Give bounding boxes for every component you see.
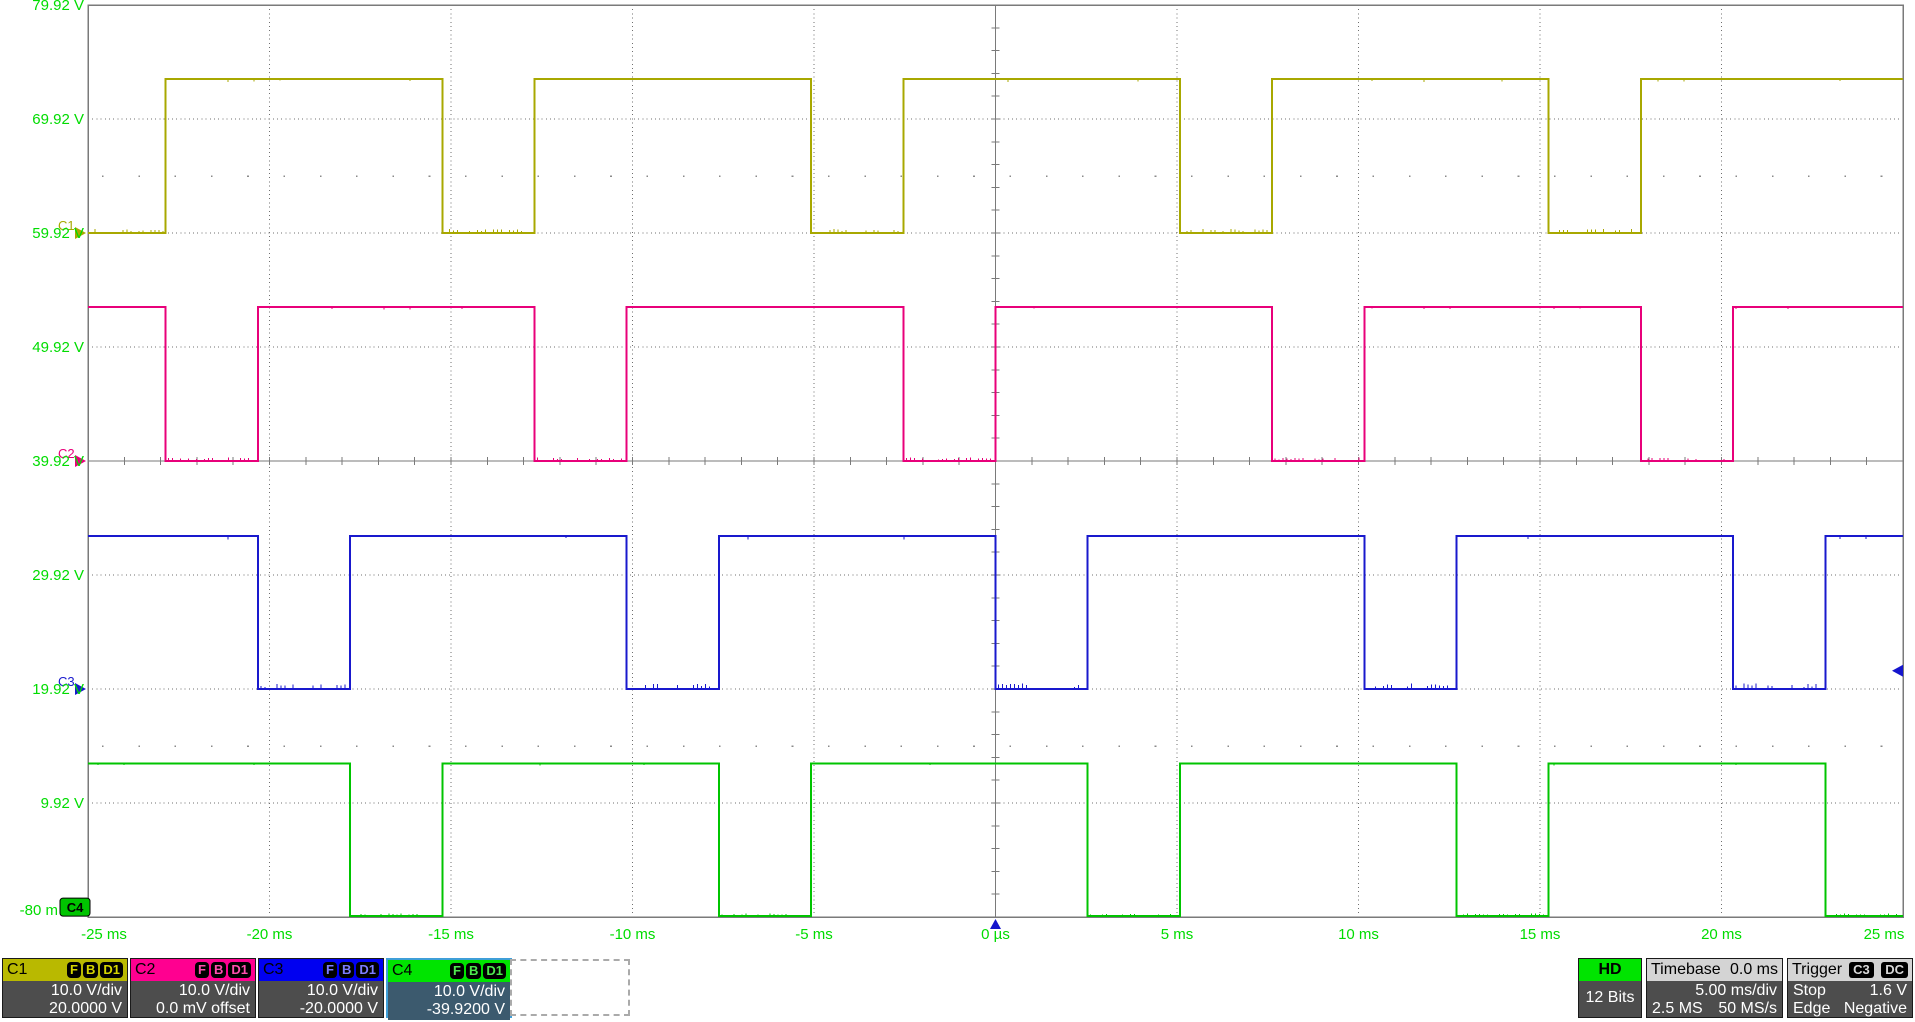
oscilloscope-screen: C1 C2 C3 C4 79.92 V 69.92 V 59.92 V 49.92 V 39.9…: [0, 0, 1915, 1022]
trigger-source-badges: C3 DC: [1846, 961, 1908, 979]
hd-mode-box[interactable]: HD 12 Bits: [1578, 958, 1642, 1018]
badge-d1[interactable]: D1: [483, 963, 506, 979]
channel-header-c2[interactable]: C2 F B D1: [131, 959, 255, 981]
trace-c2: [88, 307, 1903, 461]
channel-name: C4: [392, 962, 412, 980]
channel-badges: F B D1: [450, 963, 506, 979]
timebase-title: Timebase: [1651, 961, 1721, 979]
x-axis-label: 10 ms: [1338, 926, 1379, 943]
trigger-slope: Negative: [1844, 1000, 1907, 1018]
y-axis-label: 79.92 V: [32, 0, 84, 14]
channel-badges: F B D1: [195, 962, 251, 978]
channel-name: C3: [263, 961, 283, 979]
trigger-time-marker-icon[interactable]: [990, 919, 1001, 929]
trigger-mode: Stop: [1793, 982, 1826, 1000]
x-axis-label: 20 ms: [1701, 926, 1742, 943]
channel-descriptor-c4[interactable]: C4 F B D1 10.0 V/div -39.9200 V: [386, 958, 512, 1018]
offset-value: -20.0000 V: [264, 1000, 378, 1018]
x-axis-label: -10 ms: [610, 926, 656, 943]
channel-settings[interactable]: 10.0 V/div 0.0 mV offset: [131, 981, 255, 1019]
timebase-rate: 50 MS/s: [1718, 1000, 1777, 1018]
channel-name: C1: [7, 961, 27, 979]
y-axis-label: 29.92 V: [32, 567, 84, 584]
y-axis-label: 9.92 V: [41, 795, 84, 812]
x-axis-label: 15 ms: [1520, 926, 1561, 943]
x-axis-label: -15 ms: [428, 926, 474, 943]
channel-marker-c4[interactable]: C4: [60, 898, 90, 916]
timebase-box[interactable]: Timebase 0.0 ms 5.00 ms/div 2.5 MS 50 MS…: [1646, 958, 1783, 1018]
badge-b[interactable]: B: [466, 963, 481, 979]
badge-d1[interactable]: D1: [356, 962, 379, 978]
y-axis-label: -80 m: [20, 902, 58, 919]
timebase-samples: 2.5 MS: [1652, 1000, 1703, 1018]
badge-b[interactable]: B: [83, 962, 98, 978]
hd-header: HD: [1579, 959, 1641, 981]
badge-b[interactable]: B: [211, 962, 226, 978]
trigger-level: 1.6 V: [1870, 982, 1907, 1000]
x-axis-label: -5 ms: [795, 926, 833, 943]
y-axis-label: 39.92 V: [32, 453, 84, 470]
channel-name: C2: [135, 961, 155, 979]
channel-settings[interactable]: 10.0 V/div -20.0000 V: [259, 981, 383, 1019]
x-axis-label: 5 ms: [1161, 926, 1194, 943]
x-axis-label: 25 ms: [1864, 926, 1905, 943]
trigger-level-marker-icon[interactable]: [1892, 665, 1903, 677]
channel-descriptor-c3[interactable]: C3 F B D1 10.0 V/div -20.0000 V: [258, 958, 384, 1018]
waveform-graticule-area: C1C2C3C479.92 V69.92 V59.92 V49.92 V39.9…: [0, 0, 1915, 956]
hd-label: HD: [1598, 961, 1621, 979]
badge-f[interactable]: F: [195, 962, 209, 978]
trigger-source-badge[interactable]: C3: [1849, 962, 1874, 978]
channel-header-c4[interactable]: C4 F B D1: [388, 960, 510, 982]
volts-per-div: 10.0 V/div: [8, 982, 122, 1000]
y-axis-label: 69.92 V: [32, 111, 84, 128]
channel-header-c1[interactable]: C1 F B D1: [3, 959, 127, 981]
channel-badges: F B D1: [67, 962, 123, 978]
volts-per-div: 10.0 V/div: [393, 983, 505, 1001]
x-axis-label: -20 ms: [247, 926, 293, 943]
timebase-settings: 5.00 ms/div 2.5 MS 50 MS/s: [1647, 981, 1782, 1019]
badge-f[interactable]: F: [450, 963, 464, 979]
channel-tag-label: C4: [67, 900, 84, 915]
waveform-c3: [88, 536, 1903, 689]
x-axis-label: -25 ms: [81, 926, 127, 943]
badge-f[interactable]: F: [323, 962, 337, 978]
y-axis-label: 49.92 V: [32, 339, 84, 356]
offset-value: 0.0 mV offset: [136, 1000, 250, 1018]
volts-per-div: 10.0 V/div: [264, 982, 378, 1000]
channel-header-c3[interactable]: C3 F B D1: [259, 959, 383, 981]
badge-d1[interactable]: D1: [100, 962, 123, 978]
channel-descriptor-c1[interactable]: C1 F B D1 10.0 V/div 20.0000 V: [2, 958, 128, 1018]
trace-c3: [88, 536, 1903, 689]
volts-per-div: 10.0 V/div: [136, 982, 250, 1000]
trigger-box[interactable]: Trigger C3 DC Stop 1.6 V Edge Negative: [1787, 958, 1913, 1018]
timebase-header: Timebase 0.0 ms: [1647, 959, 1782, 981]
trigger-type: Edge: [1793, 1000, 1830, 1018]
y-axis-label: 59.92 V: [32, 225, 84, 242]
badge-f[interactable]: F: [67, 962, 81, 978]
timebase-delay: 0.0 ms: [1730, 961, 1778, 979]
trigger-header: Trigger C3 DC: [1788, 959, 1912, 981]
timebase-scale: 5.00 ms/div: [1652, 982, 1777, 1000]
offset-value: -39.9200 V: [393, 1001, 505, 1019]
hd-bits: 12 Bits: [1579, 981, 1641, 1019]
channel-settings[interactable]: 10.0 V/div -39.9200 V: [388, 982, 510, 1020]
y-axis-label: 19.92 V: [32, 681, 84, 698]
waveform-c2: [88, 307, 1903, 461]
offset-value: 20.0000 V: [8, 1000, 122, 1018]
channel-descriptor-c2[interactable]: C2 F B D1 10.0 V/div 0.0 mV offset: [130, 958, 256, 1018]
channel-settings[interactable]: 10.0 V/div 20.0000 V: [3, 981, 127, 1019]
empty-trace-slot[interactable]: [510, 959, 630, 1016]
channel-badges: F B D1: [323, 962, 379, 978]
trigger-title: Trigger: [1792, 961, 1842, 979]
badge-d1[interactable]: D1: [228, 962, 251, 978]
trigger-settings: Stop 1.6 V Edge Negative: [1788, 981, 1912, 1019]
badge-b[interactable]: B: [339, 962, 354, 978]
trigger-coupling-badge[interactable]: DC: [1881, 962, 1908, 978]
